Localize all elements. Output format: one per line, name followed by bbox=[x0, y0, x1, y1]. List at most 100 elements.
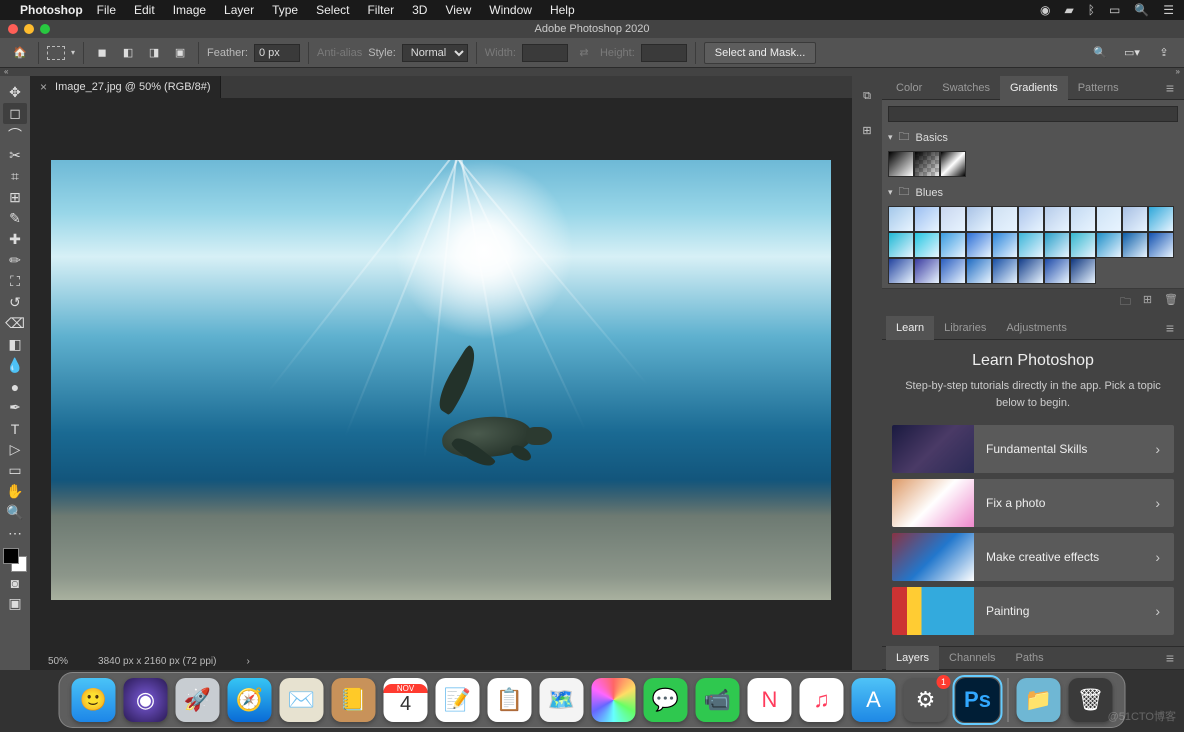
dock-reminders-icon[interactable]: 📋 bbox=[488, 678, 532, 722]
menu-image[interactable]: Image bbox=[173, 3, 206, 17]
feather-input[interactable] bbox=[254, 44, 300, 62]
style-select[interactable]: Normal bbox=[402, 44, 468, 62]
tab-gradients[interactable]: Gradients bbox=[1000, 76, 1068, 100]
tab-adjustments[interactable]: Adjustments bbox=[996, 316, 1077, 340]
frame-tool-icon[interactable]: ⊞ bbox=[3, 187, 27, 208]
search-icon[interactable]: 🔍 bbox=[1090, 43, 1110, 63]
new-group-icon[interactable]: 🗀 bbox=[1120, 293, 1131, 312]
notification-icon[interactable]: ▰ bbox=[1065, 3, 1074, 17]
shape-tool-icon[interactable]: ▭ bbox=[3, 460, 27, 481]
dock-photoshop-icon[interactable]: Ps bbox=[956, 678, 1000, 722]
status-more-icon[interactable]: › bbox=[246, 656, 249, 667]
tab-layers[interactable]: Layers bbox=[886, 646, 939, 670]
eraser-tool-icon[interactable]: ⌫ bbox=[3, 313, 27, 334]
menu-help[interactable]: Help bbox=[550, 3, 575, 17]
menu-3d[interactable]: 3D bbox=[412, 3, 427, 17]
dock-news-icon[interactable]: N bbox=[748, 678, 792, 722]
dock-mail-icon[interactable]: ✉️ bbox=[280, 678, 324, 722]
gradient-swatch[interactable] bbox=[1044, 232, 1070, 258]
properties-panel-icon[interactable]: ⊞ bbox=[857, 120, 877, 140]
tab-paths[interactable]: Paths bbox=[1006, 646, 1054, 670]
gradient-search-input[interactable] bbox=[888, 106, 1178, 122]
dock-facetime-icon[interactable]: 📹 bbox=[696, 678, 740, 722]
history-panel-icon[interactable]: ⧉ bbox=[857, 86, 877, 106]
dock-finder-icon[interactable]: 🙂 bbox=[72, 678, 116, 722]
active-tool-icon[interactable] bbox=[47, 46, 65, 60]
gradient-swatch[interactable] bbox=[888, 232, 914, 258]
tab-learn[interactable]: Learn bbox=[886, 316, 934, 340]
zoom-tool-icon[interactable]: 🔍 bbox=[3, 502, 27, 523]
eyedropper-tool-icon[interactable]: ✎ bbox=[3, 208, 27, 229]
expand-left-icon[interactable]: « bbox=[4, 67, 8, 76]
dock-launchpad-icon[interactable]: 🚀 bbox=[176, 678, 220, 722]
canvas-image[interactable] bbox=[51, 160, 831, 600]
gradient-swatch[interactable] bbox=[1148, 232, 1174, 258]
app-name[interactable]: Photoshop bbox=[20, 3, 83, 17]
gradient-swatch[interactable] bbox=[1070, 232, 1096, 258]
quick-select-tool-icon[interactable]: ✂ bbox=[3, 145, 27, 166]
gradient-swatch[interactable] bbox=[1044, 206, 1070, 232]
gradient-swatch[interactable] bbox=[1018, 232, 1044, 258]
move-tool-icon[interactable]: ✥ bbox=[3, 82, 27, 103]
new-gradient-icon[interactable]: ⊞ bbox=[1143, 293, 1152, 312]
gradient-swatch[interactable] bbox=[966, 206, 992, 232]
menu-filter[interactable]: Filter bbox=[367, 3, 394, 17]
blur-tool-icon[interactable]: 💧 bbox=[3, 355, 27, 376]
home-icon[interactable]: 🏠 bbox=[10, 43, 30, 63]
brush-tool-icon[interactable]: ✏ bbox=[3, 250, 27, 271]
add-selection-icon[interactable]: ◧ bbox=[118, 43, 138, 63]
path-select-tool-icon[interactable]: ▷ bbox=[3, 439, 27, 460]
gradient-swatch[interactable] bbox=[888, 206, 914, 232]
dock-messages-icon[interactable]: 💬 bbox=[644, 678, 688, 722]
gradient-swatch[interactable] bbox=[888, 151, 914, 177]
gradient-swatch[interactable] bbox=[966, 258, 992, 284]
gradient-swatch[interactable] bbox=[1044, 258, 1070, 284]
workspace-switcher-icon[interactable]: ▭▾ bbox=[1122, 43, 1142, 63]
gradient-swatch[interactable] bbox=[914, 206, 940, 232]
panel-menu-icon[interactable]: ≡ bbox=[1160, 320, 1180, 336]
dock-calendar-icon[interactable]: NOV4 bbox=[384, 678, 428, 722]
dodge-tool-icon[interactable]: ● bbox=[3, 376, 27, 397]
gradient-swatch[interactable] bbox=[1070, 258, 1096, 284]
healing-tool-icon[interactable]: ✚ bbox=[3, 229, 27, 250]
spotlight-icon[interactable]: 🔍 bbox=[1134, 3, 1149, 17]
gradient-group-blues[interactable]: ▾🗀Blues bbox=[888, 183, 1178, 202]
menu-file[interactable]: File bbox=[97, 3, 116, 17]
gradient-swatch[interactable] bbox=[1070, 206, 1096, 232]
gradient-swatch[interactable] bbox=[940, 258, 966, 284]
dock-music-icon[interactable]: ♫ bbox=[800, 678, 844, 722]
gradient-swatch[interactable] bbox=[1018, 206, 1044, 232]
gradient-swatch[interactable] bbox=[1122, 206, 1148, 232]
gradient-swatch[interactable] bbox=[992, 258, 1018, 284]
new-selection-icon[interactable]: ◼ bbox=[92, 43, 112, 63]
status-zoom[interactable]: 50% bbox=[48, 656, 68, 667]
gradient-swatch[interactable] bbox=[914, 232, 940, 258]
tab-color[interactable]: Color bbox=[886, 76, 932, 100]
select-and-mask-button[interactable]: Select and Mask... bbox=[704, 42, 817, 64]
close-tab-icon[interactable]: × bbox=[40, 80, 47, 94]
gradient-swatch[interactable] bbox=[940, 151, 966, 177]
bluetooth-icon[interactable]: ᛒ bbox=[1088, 3, 1095, 17]
learn-item-fix[interactable]: Fix a photo› bbox=[892, 479, 1174, 527]
status-dims[interactable]: 3840 px x 2160 px (72 ppi) bbox=[98, 656, 216, 667]
expand-right-icon[interactable]: » bbox=[1176, 67, 1180, 76]
gradient-swatch[interactable] bbox=[1096, 232, 1122, 258]
lasso-tool-icon[interactable]: ⌒ bbox=[3, 124, 27, 145]
learn-item-effects[interactable]: Make creative effects› bbox=[892, 533, 1174, 581]
gradient-swatch[interactable] bbox=[1148, 206, 1174, 232]
menu-select[interactable]: Select bbox=[316, 3, 349, 17]
panel-menu-icon[interactable]: ≡ bbox=[1160, 80, 1180, 96]
hand-tool-icon[interactable]: ✋ bbox=[3, 481, 27, 502]
dock-siri-icon[interactable]: ◉ bbox=[124, 678, 168, 722]
gradient-swatch[interactable] bbox=[914, 258, 940, 284]
eye-icon[interactable]: ◉ bbox=[1040, 3, 1050, 17]
menu-edit[interactable]: Edit bbox=[134, 3, 155, 17]
share-icon[interactable]: ⇪ bbox=[1154, 43, 1174, 63]
control-center-icon[interactable]: ☰ bbox=[1163, 3, 1174, 17]
gradient-swatch[interactable] bbox=[992, 206, 1018, 232]
gradient-group-basics[interactable]: ▾🗀Basics bbox=[888, 128, 1178, 147]
dock-photos-icon[interactable] bbox=[592, 678, 636, 722]
more-tools-icon[interactable]: ⋯ bbox=[3, 523, 27, 544]
menu-type[interactable]: Type bbox=[272, 3, 298, 17]
dock-contacts-icon[interactable]: 📒 bbox=[332, 678, 376, 722]
